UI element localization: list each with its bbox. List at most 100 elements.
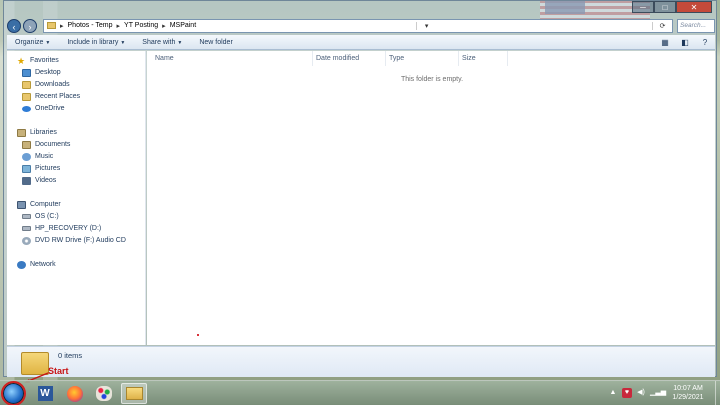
computer-icon — [17, 200, 26, 209]
start-highlight-ring — [1, 381, 26, 405]
nav-item-label: Desktop — [35, 69, 61, 76]
search-input[interactable]: Search... — [677, 18, 715, 33]
cursor-dot — [197, 334, 199, 336]
nav-item-documents[interactable]: Documents — [7, 139, 70, 150]
dvd-drive-icon — [22, 236, 31, 245]
breadcrumb-separator[interactable]: ▸ — [162, 22, 166, 30]
clock-time: 10:07 AM — [673, 385, 703, 392]
nav-item-label: Recent Places — [35, 93, 81, 100]
libraries-icon — [17, 128, 26, 137]
include-in-library-label: Include in library — [67, 38, 119, 46]
share-with-label: Share with — [142, 38, 176, 46]
nav-item-label: Music — [35, 153, 54, 160]
chevron-down-icon: ▼ — [177, 39, 183, 46]
music-icon — [22, 152, 31, 161]
column-header-name[interactable]: Name — [155, 55, 174, 65]
nav-item-label: Downloads — [35, 81, 70, 88]
nav-item-music[interactable]: Music — [7, 151, 53, 162]
nav-item-pictures[interactable]: Pictures — [7, 163, 60, 174]
nav-item-os-c[interactable]: OS (C:) — [7, 211, 59, 222]
security-shield-icon[interactable]: ♥ — [622, 388, 632, 398]
preview-pane-icon[interactable]: ◧ — [679, 38, 691, 47]
taskbar-word-button[interactable]: W — [32, 383, 58, 404]
nav-libraries-label: Libraries — [30, 129, 57, 136]
nav-item-desktop[interactable]: Desktop — [7, 67, 61, 78]
address-dropdown-chevron-icon[interactable]: ▾ — [416, 21, 436, 30]
show-hidden-icons-chevron-icon[interactable]: ▲ — [608, 388, 618, 398]
share-with-menu[interactable]: Share with ▼ — [142, 39, 182, 46]
file-list[interactable]: Name Date modified Type Size This folder… — [147, 51, 715, 345]
column-divider[interactable] — [385, 51, 386, 66]
address-bar[interactable]: ▸ Photos - Temp ▸ YT Posting ▸ MSPaint ▾… — [43, 18, 673, 33]
back-button[interactable]: ‹ — [7, 18, 21, 33]
column-header-date-modified[interactable]: Date modified — [316, 55, 359, 65]
nav-item-label: Documents — [35, 141, 71, 148]
column-header-size[interactable]: Size — [462, 55, 476, 65]
help-icon[interactable]: ? — [699, 38, 711, 47]
nav-item-label: DVD RW Drive (F:) Audio CD — [35, 237, 126, 244]
taskbar-explorer-button[interactable] — [121, 383, 147, 404]
taskbar-firefox-button[interactable] — [62, 383, 88, 404]
view-controls: ▦ ◧ ? — [651, 38, 711, 47]
explorer-window: ─ □ ✕ ‹ › ▸ Photos - Temp ▸ YT Posting ▸… — [3, 0, 717, 377]
recent-places-icon — [22, 92, 31, 101]
nav-libraries[interactable]: Libraries — [7, 127, 57, 138]
maximize-button[interactable]: □ — [654, 1, 676, 13]
taskbar: W ▲ ♥ ◀) ▁▃▅ 10:07 AM 1/29/2021 — [0, 380, 720, 405]
close-button[interactable]: ✕ — [676, 1, 712, 13]
organize-menu[interactable]: Organize ▼ — [15, 39, 50, 46]
network-signal-icon[interactable]: ▁▃▅ — [650, 388, 666, 398]
breadcrumb-yt-posting[interactable]: YT Posting — [124, 22, 158, 29]
new-folder-button[interactable]: New folder — [199, 39, 232, 46]
breadcrumb-mspaint[interactable]: MSPaint — [170, 22, 196, 29]
nav-network-label: Network — [30, 261, 56, 268]
videos-icon — [22, 176, 31, 185]
paint-icon — [96, 386, 112, 401]
show-desktop-button[interactable] — [715, 381, 720, 405]
column-divider[interactable] — [507, 51, 508, 66]
nav-item-videos[interactable]: Videos — [7, 175, 56, 186]
system-tray: ▲ ♥ ◀) ▁▃▅ — [604, 388, 666, 398]
address-row: ‹ › ▸ Photos - Temp ▸ YT Posting ▸ MSPai… — [7, 17, 715, 34]
nav-item-downloads[interactable]: Downloads — [7, 79, 70, 90]
chevron-down-icon: ▼ — [45, 39, 51, 46]
column-header-type[interactable]: Type — [389, 55, 404, 65]
nav-item-label: OneDrive — [35, 105, 65, 112]
desktop-icon — [22, 68, 31, 77]
breadcrumb-separator[interactable]: ▸ — [117, 22, 121, 30]
breadcrumb-photos-temp[interactable]: Photos - Temp — [68, 22, 113, 29]
include-in-library-menu[interactable]: Include in library ▼ — [67, 39, 125, 46]
nav-item-label: Pictures — [35, 165, 61, 172]
nav-item-dvd-drive[interactable]: DVD RW Drive (F:) Audio CD — [7, 235, 126, 246]
explorer-icon — [125, 387, 143, 400]
forward-button[interactable]: › — [23, 18, 37, 33]
column-divider[interactable] — [312, 51, 313, 66]
breadcrumb-separator[interactable]: ▸ — [60, 22, 64, 30]
change-view-icon[interactable]: ▦ — [659, 38, 671, 47]
nav-favorites[interactable]: ★ Favorites — [7, 55, 59, 66]
column-divider[interactable] — [458, 51, 459, 66]
nav-item-label: HP_RECOVERY (D:) — [35, 225, 102, 232]
refresh-icon[interactable]: ⟳ — [652, 21, 672, 30]
nav-computer[interactable]: Computer — [7, 199, 61, 210]
volume-icon[interactable]: ◀) — [636, 388, 646, 398]
nav-network[interactable]: Network — [7, 259, 56, 270]
chevron-down-icon: ▼ — [120, 39, 126, 46]
organize-label: Organize — [15, 38, 44, 46]
nav-item-label: OS (C:) — [35, 213, 59, 220]
minimize-button[interactable]: ─ — [632, 1, 654, 13]
taskbar-clock[interactable]: 10:07 AM 1/29/2021 — [664, 384, 712, 402]
item-count: 0 items — [58, 351, 83, 360]
hard-drive-icon — [22, 214, 31, 219]
nav-item-recent-places[interactable]: Recent Places — [7, 91, 80, 102]
nav-item-hp-recovery[interactable]: HP_RECOVERY (D:) — [7, 223, 101, 234]
command-bar: Organize ▼ Include in library ▼ Share with… — [7, 35, 715, 50]
nav-item-onedrive[interactable]: OneDrive — [7, 103, 65, 114]
word-icon: W — [37, 386, 53, 401]
details-pane: 0 items — [7, 346, 715, 377]
start-annotation-label: Start — [48, 366, 69, 376]
taskbar-paint-button[interactable] — [91, 383, 117, 404]
nav-item-label: Videos — [35, 177, 57, 184]
clock-date: 1/29/2021 — [672, 394, 704, 401]
caption-buttons: ─ □ ✕ — [632, 1, 712, 13]
